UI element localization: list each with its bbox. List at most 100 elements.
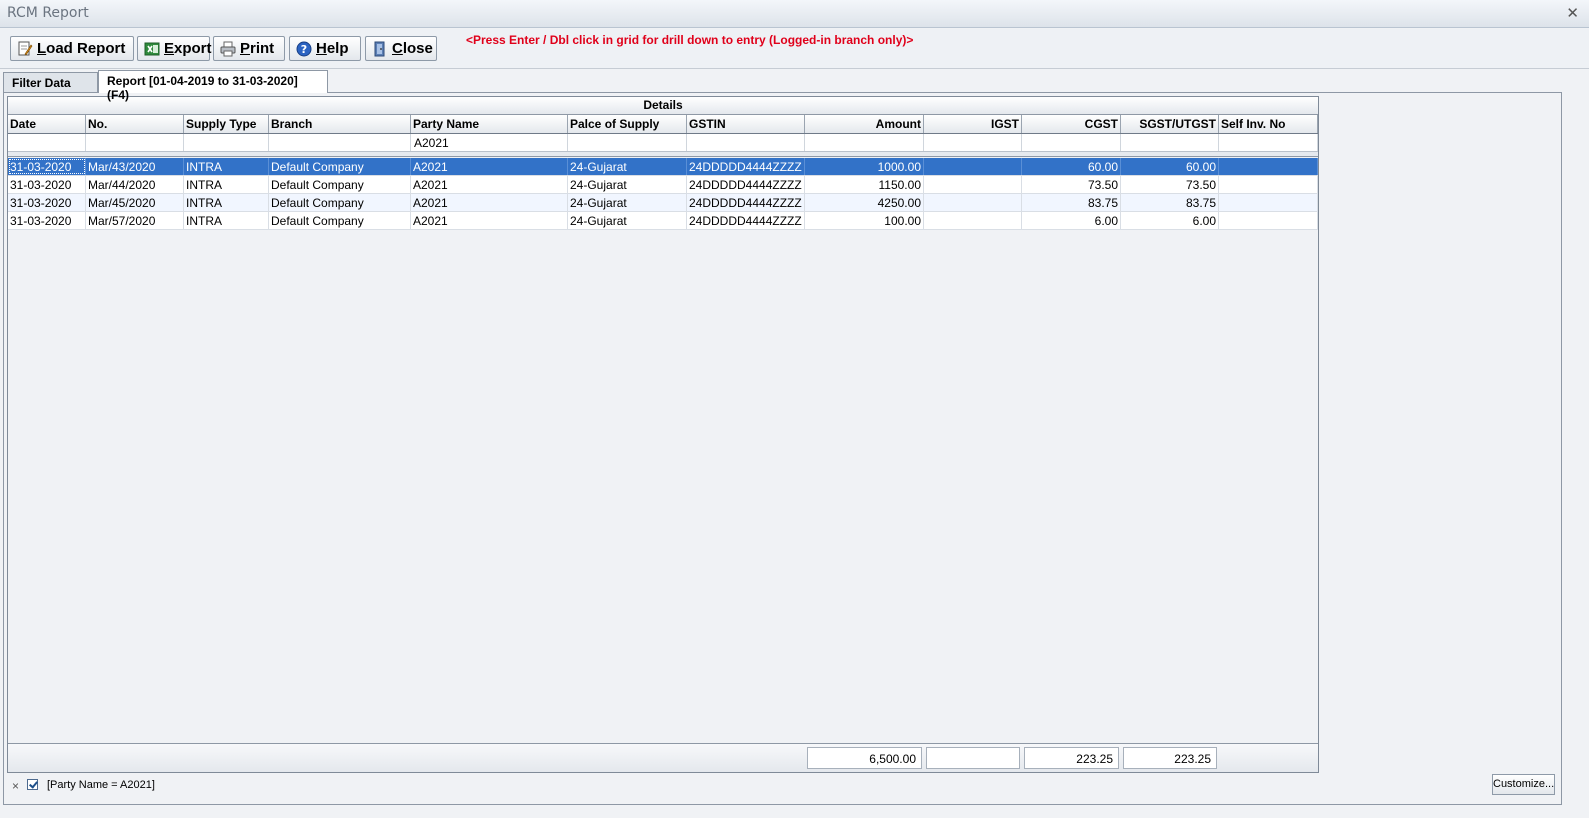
col-header-amount[interactable]: Amount <box>805 115 924 133</box>
cell-party-name[interactable]: A2021 <box>411 212 568 229</box>
filter-cell-supply-type[interactable] <box>184 134 269 151</box>
drill-down-hint: <Press Enter / Dbl click in grid for dri… <box>466 33 914 47</box>
title-bar: RCM Report ✕ <box>0 0 1589 28</box>
filter-cell-place[interactable] <box>568 134 687 151</box>
grid-separator <box>8 152 1318 157</box>
col-header-supply-type[interactable]: Supply Type <box>184 115 269 133</box>
cell-date[interactable]: 31-03-2020 <box>8 176 86 193</box>
cell-party-name[interactable]: A2021 <box>411 158 568 175</box>
cell-party-name[interactable]: A2021 <box>411 194 568 211</box>
tab-report[interactable]: Report [01-04-2019 to 31-03-2020] (F4) <box>98 70 328 102</box>
filter-cell-cgst[interactable] <box>1022 134 1121 151</box>
clear-filter-icon[interactable]: × <box>12 779 19 793</box>
customize-button[interactable]: Customize... <box>1492 774 1555 795</box>
cell-self-inv[interactable] <box>1219 194 1318 211</box>
filter-cell-sgst[interactable] <box>1121 134 1219 151</box>
cell-igst[interactable] <box>924 158 1022 175</box>
cell-gstin[interactable]: 24DDDDD4444ZZZZ <box>687 212 805 229</box>
cell-place[interactable]: 24-Gujarat <box>568 212 687 229</box>
col-header-branch[interactable]: Branch <box>269 115 411 133</box>
col-header-no[interactable]: No. <box>86 115 184 133</box>
cell-supply-type[interactable]: INTRA <box>184 194 269 211</box>
cell-igst[interactable] <box>924 212 1022 229</box>
grid-band-header: Details <box>8 97 1318 115</box>
grid-filter-row[interactable]: A2021 <box>8 134 1318 152</box>
print-button[interactable]: Print <box>213 36 285 61</box>
cell-sgst[interactable]: 6.00 <box>1121 212 1219 229</box>
filter-cell-date[interactable] <box>8 134 86 151</box>
grid-totals-footer: 6,500.00 223.25 223.25 <box>8 743 1318 772</box>
filter-enabled-checkbox[interactable] <box>27 779 38 790</box>
cell-no[interactable]: Mar/57/2020 <box>86 212 184 229</box>
report-grid[interactable]: Details Date No. Supply Type Branch Part… <box>7 96 1319 773</box>
cell-place[interactable]: 24-Gujarat <box>568 194 687 211</box>
filter-cell-no[interactable] <box>86 134 184 151</box>
cell-supply-type[interactable]: INTRA <box>184 176 269 193</box>
cell-self-inv[interactable] <box>1219 176 1318 193</box>
load-report-button[interactable]: Load Report <box>10 36 134 61</box>
cell-branch[interactable]: Default Company <box>269 194 411 211</box>
cell-igst[interactable] <box>924 176 1022 193</box>
cell-cgst[interactable]: 73.50 <box>1022 176 1121 193</box>
table-row[interactable]: 31-03-2020 Mar/57/2020 INTRA Default Com… <box>8 212 1318 230</box>
filter-cell-branch[interactable] <box>269 134 411 151</box>
col-header-sgst[interactable]: SGST/UTGST <box>1121 115 1219 133</box>
cell-branch[interactable]: Default Company <box>269 176 411 193</box>
cell-supply-type[interactable]: INTRA <box>184 212 269 229</box>
cell-self-inv[interactable] <box>1219 158 1318 175</box>
help-icon: ? <box>296 41 312 57</box>
window-title: RCM Report <box>7 5 89 21</box>
col-header-party-name[interactable]: Party Name <box>411 115 568 133</box>
cell-amount[interactable]: 100.00 <box>805 212 924 229</box>
filter-cell-amount[interactable] <box>805 134 924 151</box>
cell-date[interactable]: 31-03-2020 <box>8 194 86 211</box>
export-button[interactable]: Export <box>137 36 212 61</box>
col-header-igst[interactable]: IGST <box>924 115 1022 133</box>
col-header-self-inv-no[interactable]: Self Inv. No <box>1219 115 1318 133</box>
cell-igst[interactable] <box>924 194 1022 211</box>
excel-icon <box>144 41 160 57</box>
filter-cell-self-inv[interactable] <box>1219 134 1318 151</box>
cell-date[interactable]: 31-03-2020 <box>8 158 86 175</box>
cell-cgst[interactable]: 83.75 <box>1022 194 1121 211</box>
table-row[interactable]: 31-03-2020 Mar/44/2020 INTRA Default Com… <box>8 176 1318 194</box>
cell-date[interactable]: 31-03-2020 <box>8 212 86 229</box>
filter-cell-igst[interactable] <box>924 134 1022 151</box>
col-header-place-of-supply[interactable]: Palce of Supply <box>568 115 687 133</box>
cell-gstin[interactable]: 24DDDDD4444ZZZZ <box>687 158 805 175</box>
cell-self-inv[interactable] <box>1219 212 1318 229</box>
cell-amount[interactable]: 1150.00 <box>805 176 924 193</box>
help-button[interactable]: ? Help <box>289 36 361 61</box>
cell-sgst[interactable]: 60.00 <box>1121 158 1219 175</box>
total-sgst: 223.25 <box>1123 747 1217 769</box>
cell-amount[interactable]: 1000.00 <box>805 158 924 175</box>
cell-no[interactable]: Mar/45/2020 <box>86 194 184 211</box>
cell-party-name[interactable]: A2021 <box>411 176 568 193</box>
cell-sgst[interactable]: 83.75 <box>1121 194 1219 211</box>
cell-cgst[interactable]: 6.00 <box>1022 212 1121 229</box>
cell-no[interactable]: Mar/43/2020 <box>86 158 184 175</box>
tab-filter-data[interactable]: Filter Data (F3) <box>3 72 98 104</box>
cell-gstin[interactable]: 24DDDDD4444ZZZZ <box>687 176 805 193</box>
col-header-cgst[interactable]: CGST <box>1022 115 1121 133</box>
cell-branch[interactable]: Default Company <box>269 212 411 229</box>
table-row[interactable]: 31-03-2020 Mar/43/2020 INTRA Default Com… <box>8 158 1318 176</box>
filter-cell-party-name[interactable]: A2021 <box>411 134 568 151</box>
cell-no[interactable]: Mar/44/2020 <box>86 176 184 193</box>
cell-place[interactable]: 24-Gujarat <box>568 158 687 175</box>
cell-place[interactable]: 24-Gujarat <box>568 176 687 193</box>
close-button[interactable]: Close <box>365 36 437 61</box>
cell-amount[interactable]: 4250.00 <box>805 194 924 211</box>
cell-supply-type[interactable]: INTRA <box>184 158 269 175</box>
table-row[interactable]: 31-03-2020 Mar/45/2020 INTRA Default Com… <box>8 194 1318 212</box>
col-header-gstin[interactable]: GSTIN <box>687 115 805 133</box>
svg-text:?: ? <box>301 43 307 56</box>
window-close-icon[interactable]: ✕ <box>1566 4 1579 22</box>
cell-sgst[interactable]: 73.50 <box>1121 176 1219 193</box>
filter-expression[interactable]: [Party Name = A2021] <box>47 779 155 791</box>
filter-cell-gstin[interactable] <box>687 134 805 151</box>
cell-branch[interactable]: Default Company <box>269 158 411 175</box>
cell-gstin[interactable]: 24DDDDD4444ZZZZ <box>687 194 805 211</box>
col-header-date[interactable]: Date <box>8 115 86 133</box>
cell-cgst[interactable]: 60.00 <box>1022 158 1121 175</box>
